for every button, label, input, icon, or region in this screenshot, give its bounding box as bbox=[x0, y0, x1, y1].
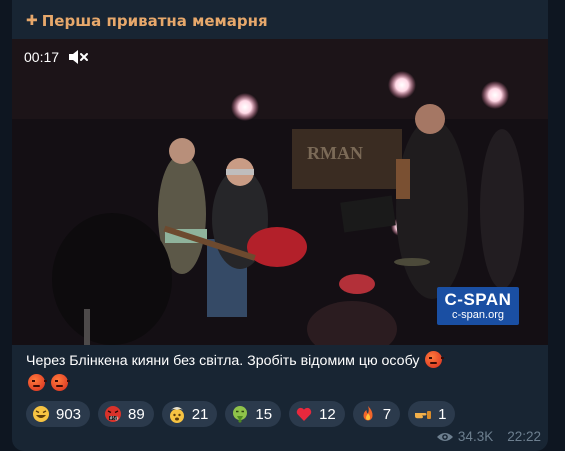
reaction-bar: 903 #!@ 89 21 15 12 7 1 bbox=[26, 401, 456, 427]
reaction-count: 15 bbox=[255, 405, 273, 423]
angry-face-icon bbox=[425, 351, 445, 368]
video-timestamp: 00:17 bbox=[24, 46, 89, 68]
video-time: 00:17 bbox=[24, 49, 60, 65]
reaction-count: 21 bbox=[191, 405, 209, 423]
message-body: Через Блінкена кияни без світла. Зробіть… bbox=[26, 353, 420, 369]
video-player[interactable]: RMAN 00:17 C-SPAN c-span.org bbox=[12, 39, 548, 345]
svg-text:#!@: #!@ bbox=[110, 415, 119, 420]
reaction-hand[interactable]: 1 bbox=[408, 401, 456, 427]
message-meta: 34.3K 22:22 bbox=[436, 429, 541, 444]
reaction-count: 89 bbox=[128, 405, 145, 423]
channel-name[interactable]: Перша приватна мемарня bbox=[42, 12, 268, 30]
heart-icon bbox=[294, 404, 314, 424]
hand-icon bbox=[413, 404, 433, 424]
reaction-exploding-head[interactable]: 21 bbox=[161, 401, 218, 427]
reaction-laughing[interactable]: 903 bbox=[26, 401, 91, 427]
vomiting-face-icon bbox=[230, 404, 250, 424]
angry-face-icon bbox=[28, 374, 47, 391]
speaker-muted-icon[interactable] bbox=[67, 48, 89, 66]
fire-icon bbox=[358, 404, 378, 424]
cspan-watermark: C-SPAN c-span.org bbox=[437, 287, 519, 325]
channel-header[interactable]: ✚ Перша приватна мемарня bbox=[26, 10, 268, 32]
reaction-fire[interactable]: 7 bbox=[352, 401, 401, 427]
laughing-face-icon bbox=[31, 404, 51, 424]
reaction-cursing[interactable]: #!@ 89 bbox=[98, 401, 154, 427]
message-time: 22:22 bbox=[507, 429, 541, 444]
message-text: Через Блінкена кияни без світла. Зробіть… bbox=[26, 350, 536, 396]
svg-text:RMAN: RMAN bbox=[307, 143, 363, 163]
reaction-heart[interactable]: 12 bbox=[289, 401, 345, 427]
cspan-url: c-span.org bbox=[452, 308, 504, 321]
reaction-count: 903 bbox=[56, 405, 82, 423]
angry-face-icon bbox=[50, 374, 70, 391]
reaction-count: 1 bbox=[438, 405, 447, 423]
reaction-count: 12 bbox=[319, 405, 336, 423]
plus-icon: ✚ bbox=[26, 13, 38, 29]
views-count: 34.3K bbox=[457, 429, 494, 444]
reaction-vomiting[interactable]: 15 bbox=[225, 401, 282, 427]
cursing-face-icon: #!@ bbox=[103, 404, 123, 424]
exploding-head-icon bbox=[167, 404, 187, 424]
cspan-logo-text: C-SPAN bbox=[444, 289, 512, 309]
reaction-count: 7 bbox=[382, 405, 392, 423]
eye-icon bbox=[436, 432, 453, 441]
